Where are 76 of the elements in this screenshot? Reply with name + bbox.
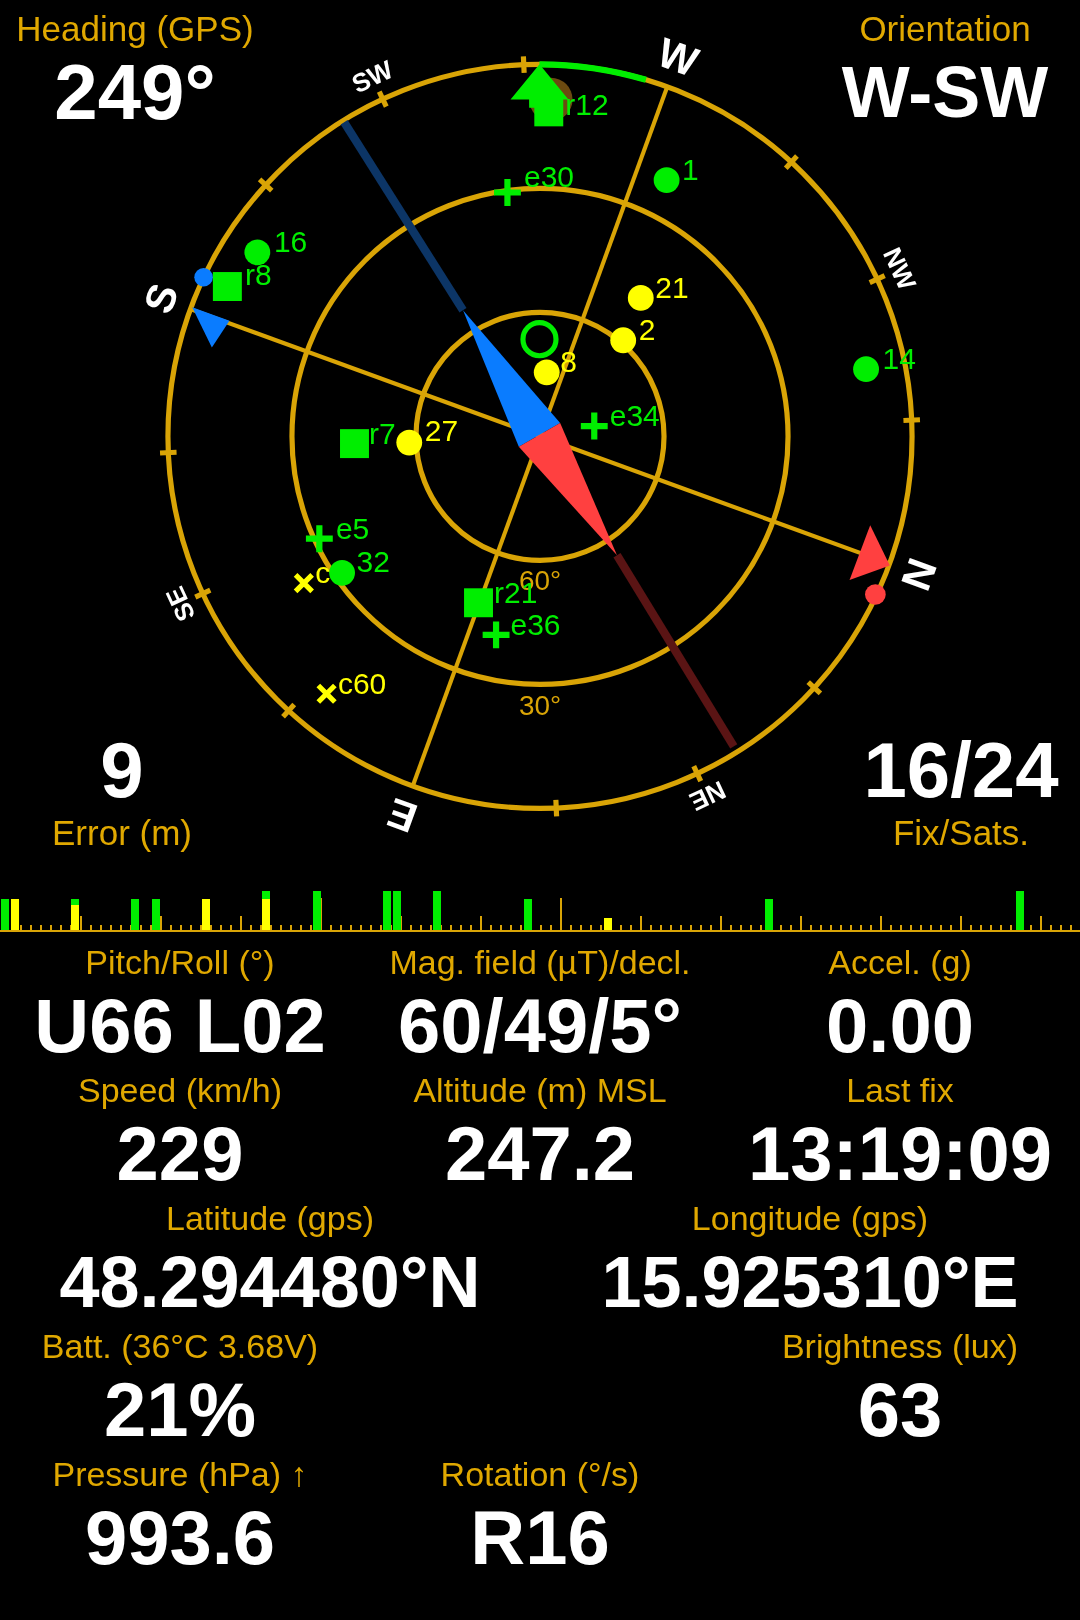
- reading-label: Fix/Sats.: [892, 812, 1030, 854]
- reading-label: Pressure (hPa) ↑: [52, 1454, 308, 1495]
- reading-label: Altitude (m) MSL: [413, 1070, 667, 1111]
- reading-label: Pitch/Roll (°): [85, 942, 275, 983]
- reading-value: 247.2: [444, 1111, 636, 1197]
- signal-bar: [152, 899, 160, 930]
- reading-label: Speed (km/h): [77, 1070, 283, 1111]
- signal-bar: [313, 891, 321, 930]
- compass-direction-label: S: [134, 277, 188, 320]
- satellite-label: c60: [337, 666, 387, 700]
- signal-bar: [393, 891, 401, 930]
- signal-bar: [202, 899, 210, 930]
- reading-label: Brightness (lux): [781, 1326, 1019, 1367]
- reading-value: 48.294480°N: [59, 1241, 481, 1324]
- signal-bar: [131, 899, 139, 930]
- satellite-label: r12: [565, 87, 609, 121]
- reading-label: Error (m): [52, 812, 192, 854]
- satellite-label: 27: [424, 413, 459, 447]
- reading-label: Orientation: [859, 8, 1031, 50]
- satellite-label: e30: [524, 160, 574, 194]
- signal-bar: [71, 899, 79, 930]
- compass-direction-label: SE: [160, 582, 201, 626]
- elevation-label: 30°: [518, 690, 562, 722]
- satellite-label: 1: [682, 153, 699, 187]
- reading-label: Rotation (°/s): [440, 1454, 640, 1495]
- south-pointer: [192, 307, 230, 348]
- reading-label: Batt. (36°C 3.68V): [41, 1326, 319, 1367]
- reading-value: 21%: [103, 1367, 257, 1453]
- compass-direction-label: E: [381, 788, 423, 842]
- reading-label: Mag. field (µT)/decl.: [389, 942, 691, 983]
- satellite-label: 32: [356, 544, 390, 578]
- satellite-label: c: [315, 556, 331, 590]
- signal-bar: [262, 891, 270, 930]
- satellite-label: e34: [609, 399, 660, 433]
- ring-marker: [520, 320, 559, 359]
- reading-value: 993.6: [84, 1495, 276, 1581]
- signal-bar: [1, 899, 9, 930]
- reading-value: 60/49/5°: [398, 983, 682, 1069]
- reading-value: 9: [100, 728, 144, 812]
- reading-value: 15.925310°E: [601, 1241, 1019, 1324]
- signal-bar: [433, 891, 441, 930]
- satellite-label: 2: [638, 313, 656, 347]
- reading-value: R16: [470, 1495, 610, 1581]
- signal-bar: [1016, 891, 1024, 930]
- signal-bar: [524, 899, 532, 930]
- compass-direction-label: SW: [347, 55, 398, 99]
- north-pointer: [849, 525, 890, 581]
- reading-value: 229: [116, 1111, 244, 1197]
- reading-value: 13:19:09: [747, 1111, 1053, 1197]
- signal-bar: [604, 918, 612, 930]
- reading-label: Last fix: [846, 1070, 954, 1111]
- reading-value: 0.00: [826, 983, 974, 1069]
- reading-label: Heading (GPS): [16, 8, 254, 50]
- reading-value: W-SW: [841, 51, 1049, 134]
- satellite-label: 16: [273, 225, 308, 259]
- signal-bar: [11, 899, 19, 930]
- compass-direction-label: NE: [685, 775, 730, 817]
- signal-bar: [765, 899, 773, 930]
- reading-value: 63: [857, 1367, 943, 1453]
- satellite-label: e5: [335, 511, 370, 545]
- south-dot: [194, 267, 213, 287]
- satellite-label: r8: [244, 258, 272, 292]
- satellite-label: r7: [368, 416, 396, 450]
- signal-bar: [383, 891, 391, 930]
- satellite-label: e36: [510, 607, 561, 641]
- compass-direction-label: N: [892, 552, 946, 597]
- reading-value: 16/24: [863, 728, 1059, 812]
- north-dot: [865, 584, 886, 605]
- compass-direction-label: W: [651, 29, 705, 86]
- reading-label: Accel. (g): [828, 942, 972, 983]
- reading-label: Latitude (gps): [166, 1198, 374, 1239]
- reading-value: 249°: [54, 50, 216, 134]
- satellite-label: 21: [655, 270, 689, 304]
- reading-value: U66 L02: [34, 983, 326, 1069]
- reading-label: Longitude (gps): [691, 1198, 929, 1239]
- compass-direction-label: NW: [877, 243, 922, 295]
